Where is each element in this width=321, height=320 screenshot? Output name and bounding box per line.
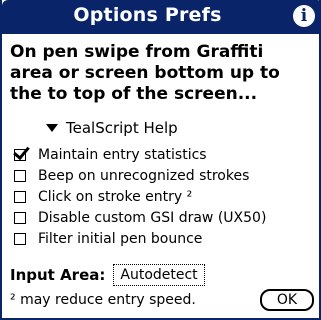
heading-line-1: On pen swipe from Graffiti xyxy=(10,42,264,62)
option-label: Disable custom GSI draw (UX50) xyxy=(38,209,267,226)
dialog-title: Options Prefs xyxy=(73,4,222,26)
option-label: Filter initial pen bounce xyxy=(38,230,203,247)
input-area-row: Input Area: Autodetect xyxy=(10,264,205,286)
info-icon[interactable]: i xyxy=(293,5,315,27)
heading-line-2: area or screen bottom up to xyxy=(10,63,280,83)
option-disable-gsi-draw[interactable]: Disable custom GSI draw (UX50) xyxy=(14,207,266,228)
tealscript-help-popup[interactable]: TealScript Help xyxy=(46,119,178,137)
option-label: Maintain entry statistics xyxy=(38,146,207,163)
option-filter-pen-bounce[interactable]: Filter initial pen bounce xyxy=(14,228,266,249)
input-area-label: Input Area: xyxy=(10,266,106,284)
footnote: ² may reduce entry speed. xyxy=(10,292,196,308)
option-maintain-statistics[interactable]: Maintain entry statistics xyxy=(14,144,266,165)
checkbox-unchecked-icon[interactable] xyxy=(14,211,26,224)
option-label: Beep on unrecognized strokes xyxy=(38,167,250,184)
tealscript-help-label: TealScript Help xyxy=(66,119,178,137)
option-label: Click on stroke entry ² xyxy=(38,188,193,205)
checkbox-checked-icon[interactable] xyxy=(14,148,26,161)
triangle-down-icon xyxy=(46,124,58,132)
title-bar: Options Prefs i xyxy=(2,0,321,34)
options-prefs-dialog: Options Prefs i On pen swipe from Graffi… xyxy=(0,0,321,320)
checkbox-unchecked-icon[interactable] xyxy=(14,190,26,203)
instruction-heading: On pen swipe from Graffiti area or scree… xyxy=(10,42,318,105)
ok-button[interactable]: OK xyxy=(260,289,314,311)
option-click-on-stroke[interactable]: Click on stroke entry ² xyxy=(14,186,266,207)
input-area-selector[interactable]: Autodetect xyxy=(113,264,205,286)
options-list: Maintain entry statistics Beep on unreco… xyxy=(14,144,266,249)
checkbox-unchecked-icon[interactable] xyxy=(14,232,26,245)
option-beep-unrecognized[interactable]: Beep on unrecognized strokes xyxy=(14,165,266,186)
checkbox-unchecked-icon[interactable] xyxy=(14,169,26,182)
heading-line-3: the to top of the screen... xyxy=(10,84,258,104)
